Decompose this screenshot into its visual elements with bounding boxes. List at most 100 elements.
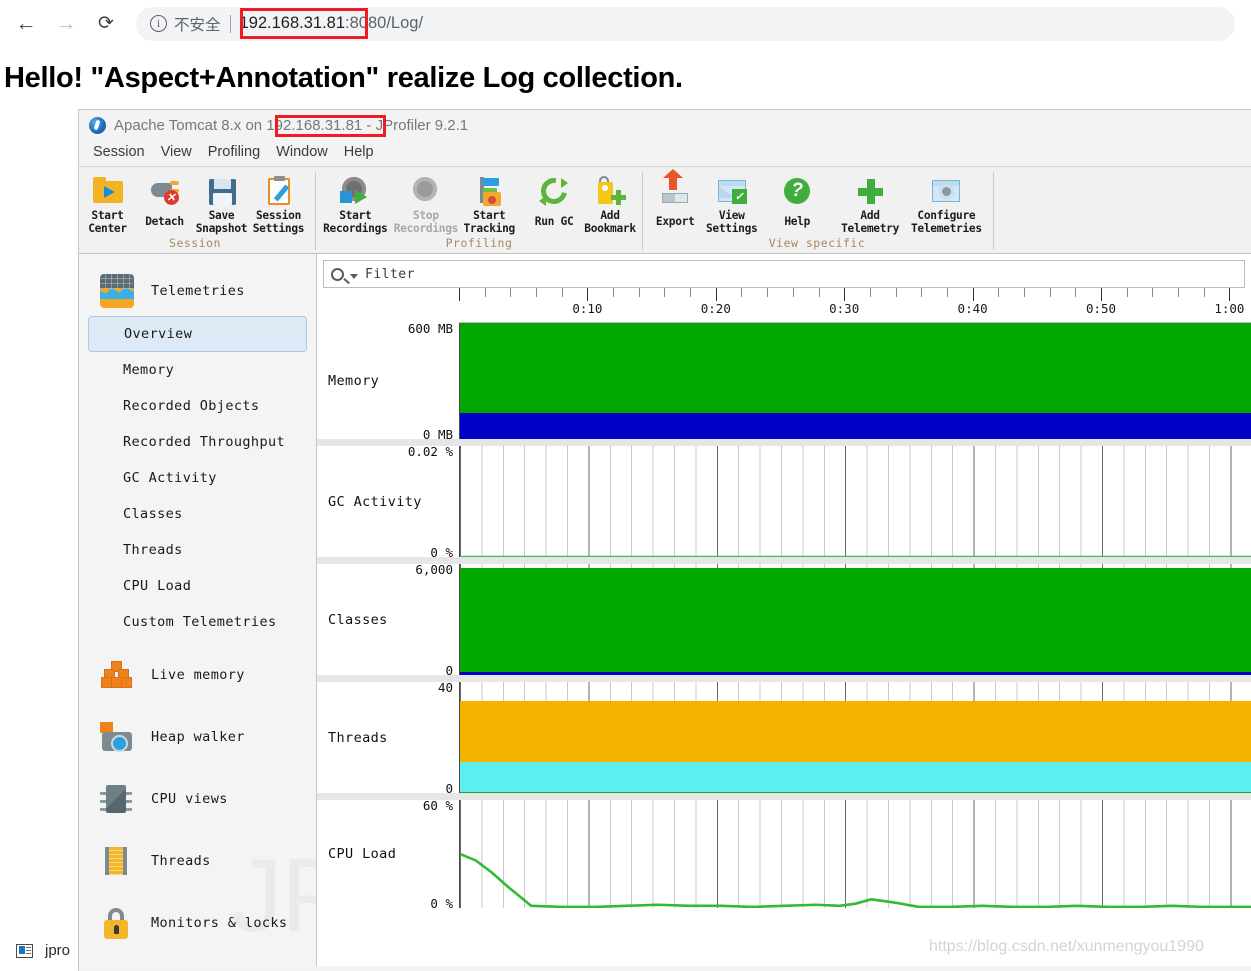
sidebar-section-live-memory-label: Live memory [151,667,245,683]
add-telemetry-icon [853,174,887,208]
detach-button[interactable]: ✕ Detach [136,172,193,229]
chart-row-gc-activity: GC Activity 0.02 % 0 % [317,439,1251,560]
search-icon [331,267,344,281]
time-axis-tick [613,288,615,297]
menu-help[interactable]: Help [336,142,382,162]
start-recordings-label-1: Start [339,209,372,222]
reload-icon[interactable]: ⟳ [86,4,126,44]
sidebar-item-memory[interactable]: Memory [88,352,307,388]
chart-plot-area[interactable] [459,564,1251,675]
chevron-down-icon[interactable] [350,273,358,279]
chart-plot-area[interactable] [459,446,1251,557]
chart-axis-max-label: 6,000 [415,562,453,577]
time-axis-tick [818,288,820,297]
add-bookmark-icon [593,174,627,208]
toolbar-divider-1 [315,172,316,250]
address-bar[interactable]: i 不安全 192.168.31.81:8080/Log/ [136,6,1235,41]
chart-title: CPU Load [328,846,397,862]
jprofiler-toolbar: Start Center ✕ Detach Save Snapshot Sessio… [79,166,1251,254]
chart-row-classes: Classes 6,000 0 [317,557,1251,678]
time-axis-tick [1152,288,1154,297]
threads-spool-icon [99,844,135,878]
chart-plot-area[interactable] [459,323,1251,439]
time-axis-tick [792,288,794,297]
stop-recordings-button[interactable]: Stop Recordings [391,172,462,236]
time-axis-tick [690,288,692,297]
title-suffix: - JProfiler 9.2.1 [362,116,469,134]
time-axis-tick [715,288,717,301]
sidebar-item-threads[interactable]: Threads [88,532,307,568]
time-axis-tick [1101,288,1102,301]
run-gc-button[interactable]: Run GC [526,172,582,229]
sidebar-section-heap-walker[interactable]: Heap walker [79,712,316,762]
filter-bar[interactable]: Filter [323,260,1245,288]
toolbar-empty-area [993,172,1251,250]
add-bookmark-button[interactable]: Add Bookmark [582,172,638,236]
save-snapshot-button[interactable]: Save Snapshot [193,172,250,236]
add-bookmark-label-2: Bookmark [584,221,636,235]
sidebar-section-monitors-locks-label: Monitors & locks [151,915,288,931]
start-center-button[interactable]: Start Center [79,172,136,236]
sidebar-section-telemetries[interactable]: Telemetries [79,266,316,316]
help-icon: ? [780,174,814,208]
menu-view[interactable]: View [153,142,200,162]
time-axis-tick [664,288,666,297]
sidebar-item-classes[interactable]: Classes [88,496,307,532]
menu-session[interactable]: Session [85,142,153,162]
toolbar-group-profiling: Start Recordings Stop Recordings Start Trac… [320,167,638,253]
chart-axis-max-label: 60 % [422,798,453,813]
sidebar-item-gc-activity-label: GC Activity [123,470,217,486]
chart-axis-min-label: 0 % [430,896,453,911]
sidebar-item-gc-activity[interactable]: GC Activity [88,460,307,496]
export-label: Export [655,215,695,228]
time-axis-tick [510,288,512,297]
sidebar-section-telemetries-label: Telemetries [151,283,245,299]
export-button[interactable]: Export [647,169,703,229]
time-axis-tick [587,288,589,301]
menu-profiling[interactable]: Profiling [200,142,268,162]
view-settings-button[interactable]: ✓ View Settings [703,172,759,236]
menu-window[interactable]: Window [268,142,336,162]
chart-plot-area[interactable] [459,682,1251,793]
time-axis-tick [1229,288,1231,301]
chart-title: Classes [328,611,388,628]
configure-telemetries-button[interactable]: Configure Telemetries [906,172,987,236]
sidebar-item-overview-label: Overview [124,326,193,342]
sidebar-item-overview[interactable]: Overview [88,316,307,352]
sidebar-section-heap-walker-label: Heap walker [151,729,245,745]
time-axis-label: 0:30 [829,301,860,316]
start-tracking-button[interactable]: Start Tracking [461,172,517,236]
save-snapshot-icon [205,174,239,208]
info-circle-icon[interactable]: i [150,15,167,32]
sidebar-item-cpu-load[interactable]: CPU Load [88,568,307,604]
start-recordings-button[interactable]: Start Recordings [320,172,391,236]
sidebar-item-custom-telemetries-label: Custom Telemetries [123,614,277,630]
sidebar-item-custom-telemetries[interactable]: Custom Telemetries [88,604,307,640]
back-arrow-icon[interactable]: ← [6,4,46,44]
stop-recordings-label-2: Recordings [393,221,459,235]
window-app-icon[interactable] [16,943,33,958]
help-button[interactable]: ? Help [769,172,825,229]
add-bookmark-label-1: Add [600,209,620,222]
sidebar-section-cpu-views[interactable]: CPU views [79,774,316,824]
chart-title: Memory [328,373,380,389]
forward-arrow-icon[interactable]: → [46,4,86,44]
sidebar-section-monitors-locks[interactable]: Monitors & locks [79,898,316,948]
live-memory-icon [99,658,135,692]
title-host: 192.168.31.81 [266,116,363,134]
sidebar-section-threads[interactable]: Threads [79,836,316,886]
export-icon [658,169,692,208]
add-telemetry-label-1: Add [860,209,880,222]
chart-stack: Memory 600 MB 0 MB GC Activity 0.02 % 0 % Clas… [317,321,1251,911]
time-axis-tick [459,288,460,301]
sidebar-item-recorded-objects[interactable]: Recorded Objects [88,388,307,424]
sidebar-section-live-memory[interactable]: Live memory [79,650,316,700]
chart-plot-area[interactable] [459,800,1251,908]
add-telemetry-button[interactable]: Add Telemetry [834,172,905,236]
sidebar-item-recorded-throughput[interactable]: Recorded Throughput [88,424,307,460]
filter-input[interactable]: Filter [365,267,415,282]
view-settings-icon: ✓ [715,174,749,208]
title-prefix: Apache Tomcat 8.x on [114,116,267,134]
session-settings-button[interactable]: Session Settings [250,172,307,236]
chart-axis-max-label: 40 [437,680,453,695]
